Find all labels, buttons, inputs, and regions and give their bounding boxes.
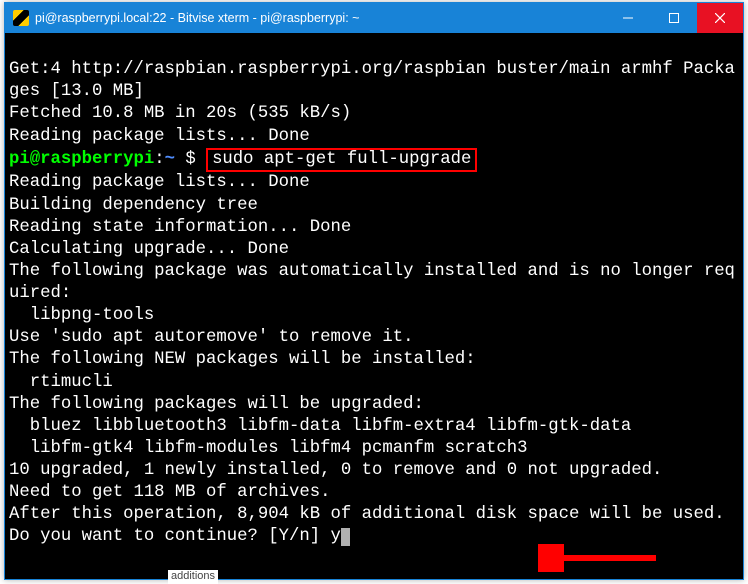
term-line: libfm-gtk4 libfm-modules libfm4 pcmanfm … [9,439,528,458]
taskbar-fragment: additions [168,570,218,584]
term-line: Reading package lists... Done [9,127,310,146]
term-line: Use 'sudo apt autoremove' to remove it. [9,328,413,347]
term-line: Reading package lists... Done [9,173,310,192]
term-line: 10 upgraded, 1 newly installed, 0 to rem… [9,461,662,480]
term-line: Do you want to continue? [Y/n] [9,527,330,546]
term-line: Need to get 118 MB of archives. [9,483,330,502]
close-button[interactable] [697,3,743,33]
close-icon [715,13,725,23]
maximize-button[interactable] [651,3,697,33]
app-window: pi@raspberrypi.local:22 - Bitvise xterm … [4,2,744,580]
app-icon [13,10,29,26]
user-answer: y [330,527,340,546]
term-line: The following package was automatically … [9,262,735,303]
term-line: Calculating upgrade... Done [9,240,289,259]
term-line: rtimucli [9,373,113,392]
term-line: Building dependency tree [9,196,258,215]
prompt-user: pi@raspberrypi [9,150,154,169]
window-title: pi@raspberrypi.local:22 - Bitvise xterm … [35,11,605,25]
command-text: sudo apt-get full-upgrade [212,150,471,169]
term-line: bluez libbluetooth3 libfm-data libfm-ext… [9,417,631,436]
prompt-path: ~ [165,150,175,169]
term-line: libpng-tools [9,306,154,325]
prompt-symbol: $ [185,150,195,169]
term-line: Reading state information... Done [9,218,351,237]
term-line: After this operation, 8,904 kB of additi… [9,505,725,524]
prompt-sep: : [154,150,164,169]
minimize-button[interactable] [605,3,651,33]
highlighted-command: sudo apt-get full-upgrade [206,148,477,173]
annotation-arrow-icon [538,544,658,572]
terminal-cursor [341,528,350,546]
titlebar[interactable]: pi@raspberrypi.local:22 - Bitvise xterm … [5,3,743,33]
term-line: The following packages will be upgraded: [9,395,424,414]
term-line: Get:4 http://raspbian.raspberrypi.org/ra… [9,60,735,101]
term-line: Fetched 10.8 MB in 20s (535 kB/s) [9,104,351,123]
minimize-icon [623,13,633,23]
terminal-viewport[interactable]: Get:4 http://raspbian.raspberrypi.org/ra… [5,33,743,579]
maximize-icon [669,13,679,23]
term-line: The following NEW packages will be insta… [9,350,476,369]
